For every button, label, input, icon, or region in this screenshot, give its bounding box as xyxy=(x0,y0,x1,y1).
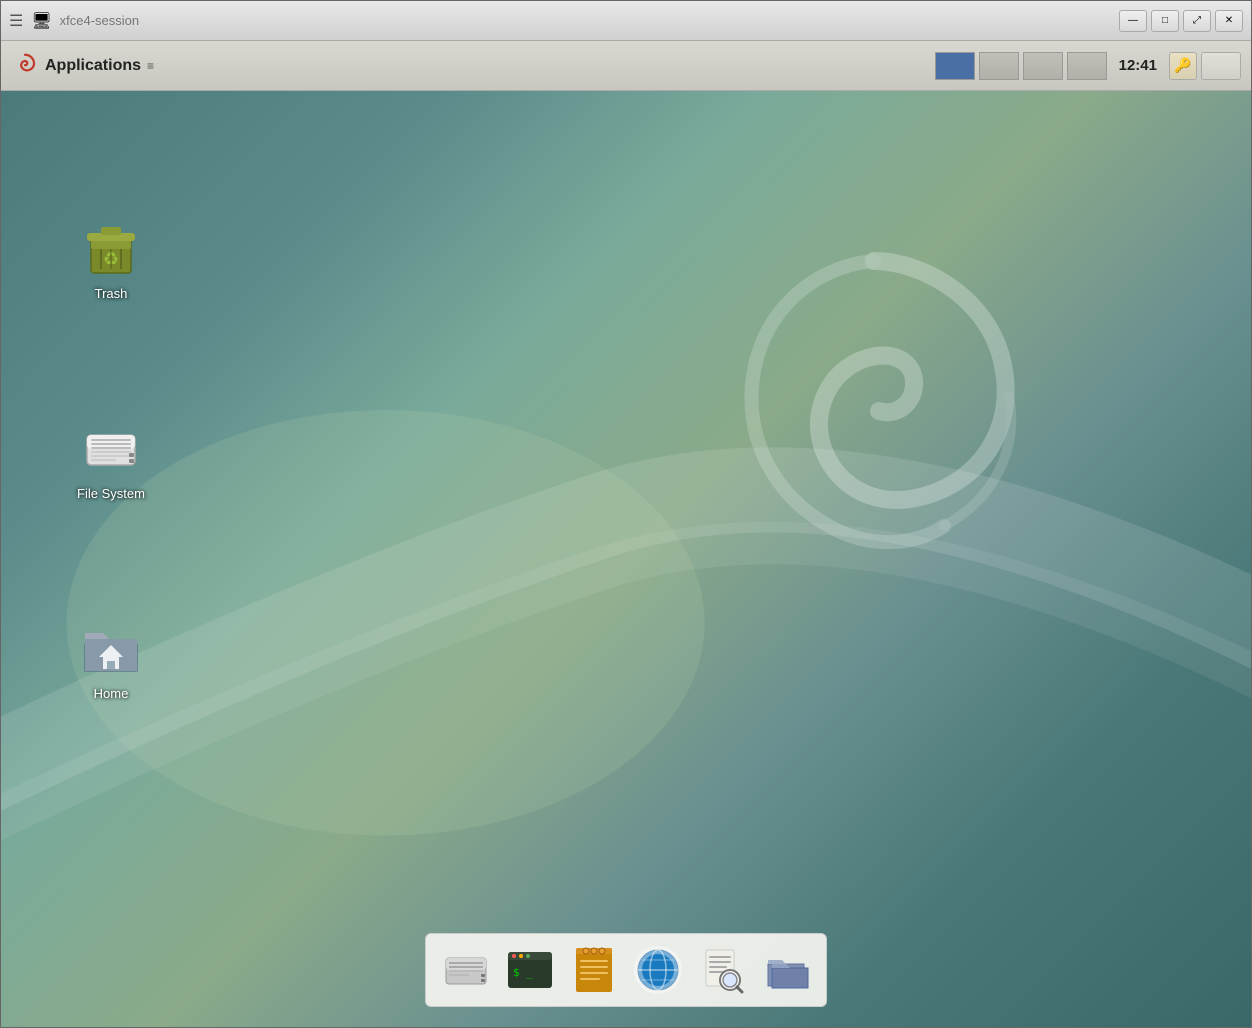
restore-button[interactable]: ⤢ xyxy=(1183,10,1211,32)
dock-viewer-button[interactable] xyxy=(694,942,750,998)
dock-notes-button[interactable] xyxy=(566,942,622,998)
dock-browser-icon xyxy=(634,946,682,994)
debian-swirl-watermark xyxy=(684,231,1064,651)
taskbar-dock: $ _ xyxy=(425,933,827,1007)
dock-drive-icon xyxy=(442,946,490,994)
title-bar: ☰ 🖥 xfce4-session — □ ⤢ ✕ xyxy=(1,1,1251,41)
svg-text:$ _: $ _ xyxy=(513,966,533,979)
dock-viewer-icon xyxy=(698,946,746,994)
panel-bar: Applications ≡ 12:41 🔑 xyxy=(1,41,1251,91)
workspace-3-button[interactable] xyxy=(1023,52,1063,80)
trash-icon[interactable]: ♻ Trash xyxy=(61,211,161,308)
panel-menu-icon[interactable]: ≡ xyxy=(147,59,154,73)
debian-logo-icon xyxy=(11,52,39,80)
desktop-background-curves xyxy=(1,91,1251,1027)
user-button[interactable] xyxy=(1201,52,1241,80)
dock-files-button[interactable] xyxy=(758,942,814,998)
workspace-4-button[interactable] xyxy=(1067,52,1107,80)
title-bar-left: ☰ 🖥 xfce4-session xyxy=(9,11,139,31)
home-label: Home xyxy=(90,685,133,702)
dock-terminal-icon: $ _ xyxy=(506,946,554,994)
hamburger-icon: ☰ xyxy=(9,11,23,31)
window-chrome: ☰ 🖥 xfce4-session — □ ⤢ ✕ Applications ≡… xyxy=(0,0,1252,1028)
trash-label: Trash xyxy=(91,285,132,302)
dock-files-icon xyxy=(762,946,810,994)
dock-browser-button[interactable] xyxy=(630,942,686,998)
window-title: xfce4-session xyxy=(60,13,139,28)
filesystem-icon[interactable]: File System xyxy=(61,411,161,508)
workspace-2-button[interactable] xyxy=(979,52,1019,80)
panel-right: 12:41 🔑 xyxy=(935,52,1241,80)
dock-terminal-button[interactable]: $ _ xyxy=(502,942,558,998)
app-icon: 🖥 xyxy=(31,11,51,31)
panel-left: Applications ≡ xyxy=(11,52,154,80)
filesystem-svg-icon xyxy=(79,417,143,481)
maximize-button[interactable]: □ xyxy=(1151,10,1179,32)
minimize-button[interactable]: — xyxy=(1119,10,1147,32)
dock-notes-icon xyxy=(570,946,618,994)
close-button[interactable]: ✕ xyxy=(1215,10,1243,32)
clock-display: 12:41 xyxy=(1111,57,1165,74)
filesystem-label: File System xyxy=(73,485,149,502)
home-icon[interactable]: Home xyxy=(61,611,161,708)
title-bar-controls: — □ ⤢ ✕ xyxy=(1119,10,1243,32)
notification-icon[interactable]: 🔑 xyxy=(1169,52,1197,80)
dock-drive-button[interactable] xyxy=(438,942,494,998)
desktop: ♻ Trash xyxy=(1,91,1251,1027)
applications-label[interactable]: Applications xyxy=(45,57,141,75)
home-svg-icon xyxy=(79,617,143,681)
trash-svg-icon: ♻ xyxy=(79,217,143,281)
workspace-1-button[interactable] xyxy=(935,52,975,80)
